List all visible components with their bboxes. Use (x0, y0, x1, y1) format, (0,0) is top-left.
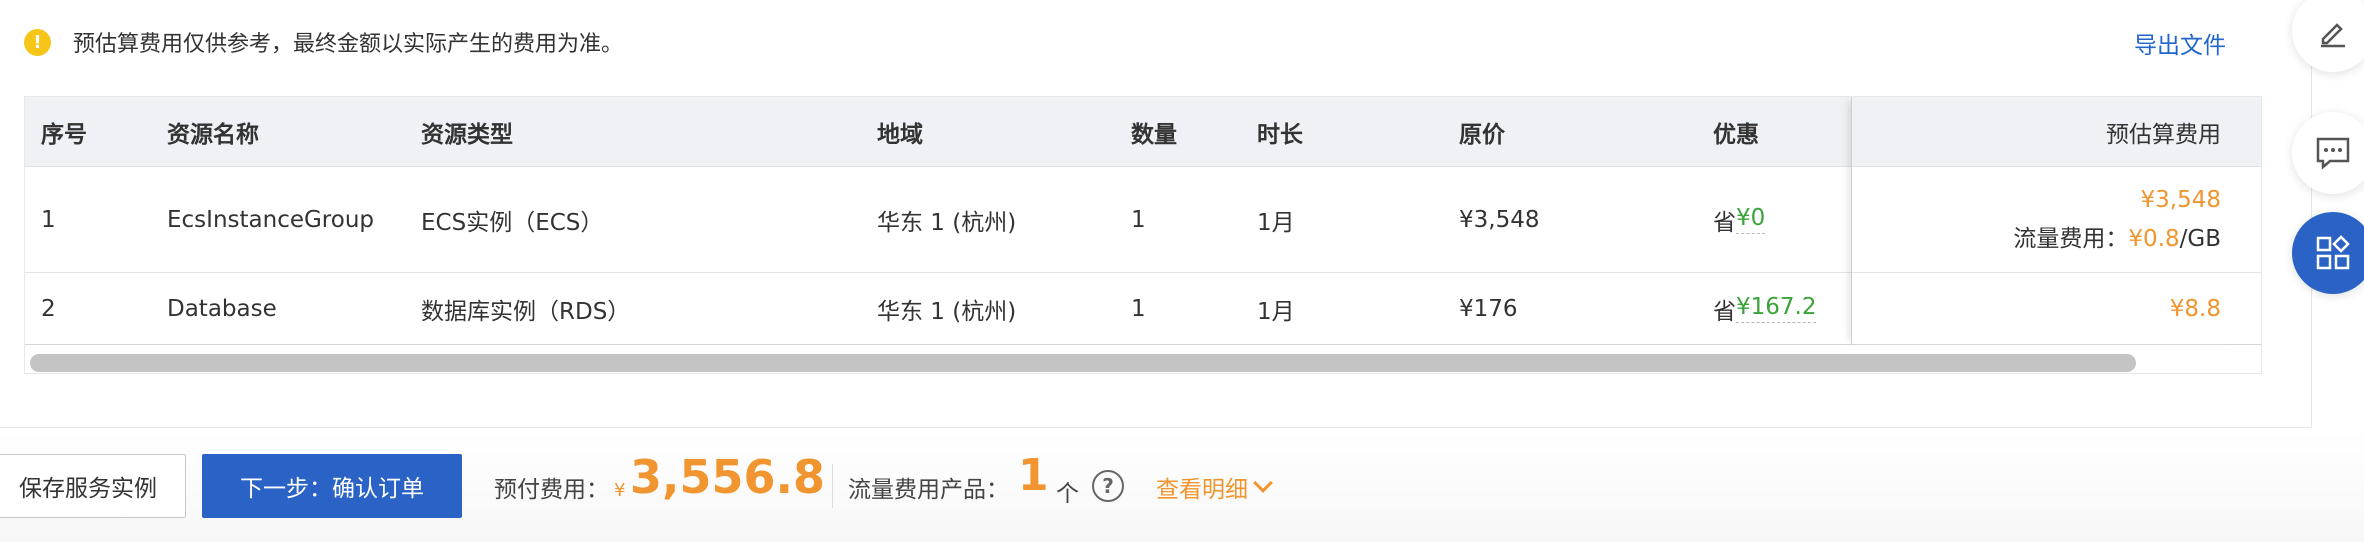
help-icon[interactable]: ? (1092, 470, 1124, 502)
cell-type: ECS实例（ECS） (421, 209, 604, 236)
cell-discount: 省 ¥167.2 (1713, 273, 1817, 344)
export-file-link[interactable]: 导出文件 (2134, 26, 2226, 60)
prepay-label: 预付费用： (494, 477, 609, 503)
estimate-value: ¥3,548 (2140, 187, 2221, 213)
estimate-fixed-column: 预估算费用 ¥3,548 流量费用：¥0.8/GB ¥8.8 (1851, 97, 2237, 345)
cell-region: 华东 1 (杭州) (877, 298, 1017, 325)
footer-action-bar: 保存服务实例 下一步：确认订单 预付费用： ¥ 3,556.8 流量费用产品： … (0, 430, 2364, 542)
discount-value[interactable]: ¥167.2 (1736, 294, 1817, 323)
header-name: 资源名称 (167, 121, 259, 148)
traffic-fee-label: 流量费用： (2013, 226, 2129, 252)
view-details-link[interactable]: 查看明细 (1156, 470, 1273, 504)
save-instance-button[interactable]: 保存服务实例 (0, 454, 186, 518)
cell-price: ¥176 (1459, 295, 1518, 322)
cell-duration: 1月 (1257, 298, 1295, 325)
notice-text: 预估算费用仅供参考，最终金额以实际产生的费用为准。 (73, 32, 624, 57)
view-details-label: 查看明细 (1156, 477, 1248, 503)
apps-icon (2316, 235, 2350, 270)
prepay-amount: 3,556.8 (630, 450, 825, 504)
cell-qty: 1 (1131, 295, 1146, 322)
header-seq: 序号 (41, 121, 87, 148)
discount-value[interactable]: ¥0 (1736, 205, 1766, 234)
apps-button[interactable] (2292, 212, 2364, 294)
cell-region: 华东 1 (杭州) (877, 209, 1017, 236)
cell-seq: 2 (41, 295, 56, 322)
cell-qty: 1 (1131, 206, 1146, 233)
cell-name: Database (167, 295, 277, 322)
header-price: 原价 (1459, 121, 1505, 148)
header-estimate: 预估算费用 (2106, 121, 2221, 148)
header-qty: 数量 (1131, 121, 1177, 148)
chat-button[interactable] (2292, 112, 2364, 194)
cell-seq: 1 (41, 206, 56, 233)
header-duration: 时长 (1257, 121, 1303, 148)
cell-discount: 省 ¥0 (1713, 167, 1766, 272)
cell-name: EcsInstanceGroup (167, 206, 375, 233)
header-estimate-cell: 预估算费用 (1852, 97, 2237, 167)
horizontal-scrollbar[interactable] (30, 354, 2136, 372)
traffic-products-unit: 个 (1056, 481, 1079, 507)
estimate-value: ¥8.8 (2169, 295, 2221, 322)
chat-icon (2316, 137, 2350, 170)
discount-prefix: 省 (1713, 298, 1736, 325)
traffic-fee-line: 流量费用：¥0.8/GB (2013, 219, 2221, 253)
header-type: 资源类型 (421, 121, 513, 148)
header-region: 地域 (877, 121, 923, 148)
warning-icon: ! (24, 28, 51, 56)
next-step-button[interactable]: 下一步：确认订单 (202, 454, 462, 518)
estimate-cell: ¥3,548 流量费用：¥0.8/GB (1852, 167, 2237, 273)
cell-duration: 1月 (1257, 209, 1295, 236)
traffic-products-count: 1 (1018, 450, 1049, 501)
notice-bar: ! 预估算费用仅供参考，最终金额以实际产生的费用为准。 (24, 20, 623, 64)
cell-price: ¥3,548 (1459, 206, 1540, 233)
discount-prefix: 省 (1713, 209, 1736, 236)
edit-icon (2321, 23, 2345, 48)
cell-type: 数据库实例（RDS） (421, 298, 631, 325)
estimate-cell: ¥8.8 (1852, 273, 2237, 345)
estimate-stack: ¥3,548 流量费用：¥0.8/GB (2013, 187, 2221, 253)
traffic-fee-value: ¥0.8 (2128, 226, 2180, 252)
resource-table: 序号 资源名称 资源类型 地域 数量 时长 原价 优惠 1 EcsInstanc… (24, 96, 2262, 374)
footer-divider (832, 464, 833, 508)
traffic-fee-unit: /GB (2179, 226, 2221, 252)
chevron-down-icon (1253, 473, 1273, 493)
cost-estimate-panel: ! 预估算费用仅供参考，最终金额以实际产生的费用为准。 导出文件 序号 资源名称… (0, 0, 2312, 428)
header-discount: 优惠 (1713, 121, 1759, 148)
traffic-products-label: 流量费用产品： (848, 477, 1009, 503)
prepay-currency: ¥ (614, 480, 626, 501)
